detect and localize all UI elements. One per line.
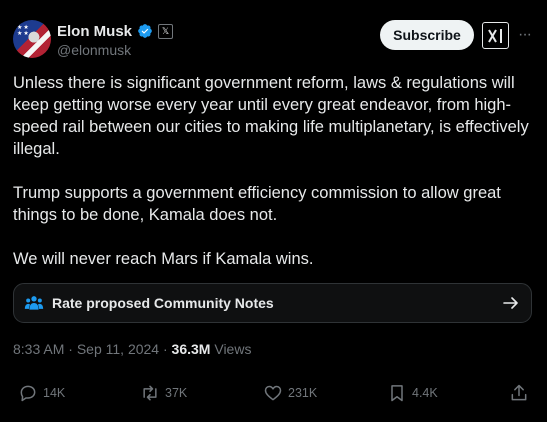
views-label: Views: [210, 341, 252, 357]
repost-icon: [143, 385, 157, 401]
share-button[interactable]: [509, 383, 529, 403]
repost-count: 37K: [165, 386, 188, 400]
heart-icon: [264, 385, 282, 401]
bookmark-button[interactable]: 4.4K: [387, 383, 438, 403]
subscribe-button[interactable]: Subscribe: [380, 20, 474, 50]
author-block: Elon Musk 𝕏 @elonmusk: [57, 21, 174, 58]
like-count: 231K: [288, 386, 318, 400]
tweet-paragraph: Unless there is significant government r…: [13, 74, 529, 158]
tweet-date[interactable]: Sep 11, 2024: [77, 341, 159, 357]
more-options-icon[interactable]: ···: [518, 26, 532, 44]
like-button[interactable]: 231K: [263, 383, 317, 403]
tweet-actions: 14K 37K 231K 4.4K: [13, 383, 535, 407]
tweet-meta: 8:33 AM · Sep 11, 2024 · 36.3M Views: [13, 341, 251, 357]
people-icon: [24, 296, 44, 310]
tweet-paragraph: Trump supports a government efficiency c…: [13, 184, 501, 224]
avatar[interactable]: ★★ ★★: [13, 20, 51, 58]
x-affiliate-badge-icon: 𝕏: [158, 23, 174, 39]
repost-button[interactable]: 37K: [140, 383, 187, 403]
community-notes-label: Rate proposed Community Notes: [52, 295, 274, 311]
community-notes-button[interactable]: Rate proposed Community Notes: [13, 283, 532, 323]
xai-logo-icon: [487, 28, 502, 43]
tweet-header: ★★ ★★ Elon Musk 𝕏 @elonmusk Subscribe ···: [13, 18, 534, 58]
reply-count: 14K: [43, 386, 66, 400]
tweet-text: Unless there is significant government r…: [13, 72, 535, 292]
reply-button[interactable]: 14K: [18, 383, 65, 403]
avatar-flag-stars: ★★ ★★: [17, 25, 30, 37]
reply-icon: [20, 385, 36, 402]
xai-grok-icon[interactable]: [482, 22, 509, 49]
meta-separator: ·: [159, 341, 172, 357]
bookmark-icon: [391, 385, 403, 402]
tweet-paragraph: We will never reach Mars if Kamala wins.: [13, 250, 314, 268]
author-handle[interactable]: @elonmusk: [57, 42, 173, 58]
author-name[interactable]: Elon Musk: [57, 23, 132, 40]
bookmark-count: 4.4K: [412, 386, 438, 400]
views-count: 36.3M: [171, 341, 211, 357]
share-icon: [511, 384, 527, 401]
meta-separator: ·: [64, 341, 77, 357]
arrow-right-icon: [503, 297, 518, 309]
verified-badge-icon: [138, 24, 152, 38]
tweet-time[interactable]: 8:33 AM: [13, 341, 64, 357]
